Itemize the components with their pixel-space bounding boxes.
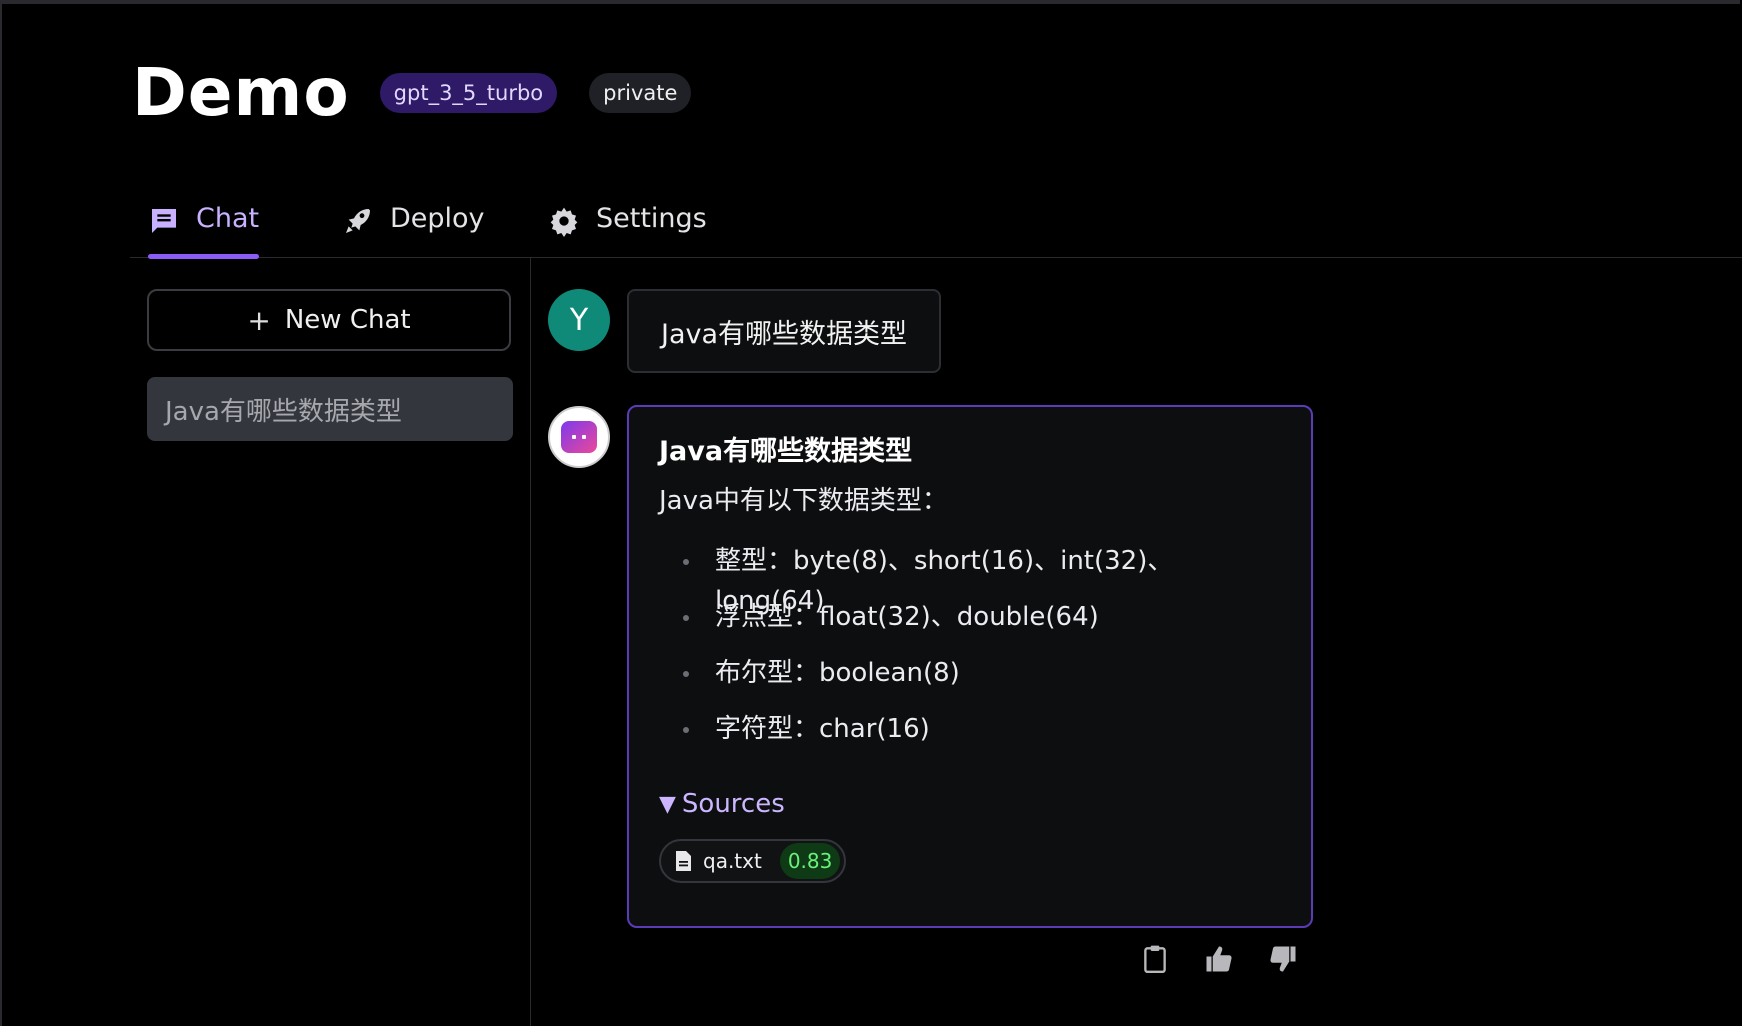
user-message: Java有哪些数据类型: [627, 289, 942, 373]
thumbs-up-icon: [1206, 946, 1232, 972]
visibility-badge: private: [589, 73, 692, 113]
tab-chat[interactable]: Chat: [148, 195, 260, 259]
list-item: 整型：byte(8)、short(16)、int(32)、long(64): [681, 541, 1281, 616]
source-filename: qa.txt: [703, 849, 762, 873]
thumbs-up-button[interactable]: [1202, 942, 1236, 976]
tab-settings[interactable]: Settings: [548, 195, 707, 257]
sources-label: Sources: [681, 789, 785, 819]
plus-icon: +: [247, 303, 271, 337]
tab-settings-label: Settings: [596, 203, 707, 234]
page-header: Demo gpt_3_5_turbo private: [132, 60, 723, 126]
copy-button[interactable]: [1138, 942, 1172, 976]
file-icon: [676, 851, 691, 871]
list-item: 字符型：char(16): [681, 709, 1281, 765]
tab-chat-label: Chat: [196, 203, 260, 234]
chat-history-item[interactable]: Java有哪些数据类型: [147, 377, 513, 441]
gear-icon: [550, 207, 578, 237]
bot-avatar: [548, 406, 610, 468]
answer-intro: Java中有以下数据类型：: [659, 486, 948, 516]
thumbs-down-button[interactable]: [1266, 942, 1300, 976]
answer-list: 整型：byte(8)、short(16)、int(32)、long(64) 浮点…: [681, 541, 1281, 765]
sources-toggle[interactable]: ▼ Sources: [659, 789, 1281, 819]
list-item: 布尔型：boolean(8): [681, 653, 1281, 709]
thumbs-down-icon: [1270, 946, 1296, 972]
new-chat-button[interactable]: + New Chat: [147, 289, 511, 351]
message-actions: [1138, 942, 1300, 976]
bot-icon: [561, 421, 597, 453]
triangle-down-icon: ▼: [659, 791, 676, 817]
user-avatar: Y: [548, 289, 610, 351]
tab-deploy[interactable]: Deploy: [342, 195, 485, 257]
tab-deploy-label: Deploy: [390, 203, 485, 234]
tab-bar: Chat Deploy Settings: [130, 195, 1742, 259]
active-tab-indicator: [148, 254, 260, 259]
source-score: 0.83: [779, 843, 841, 879]
new-chat-label: New Chat: [284, 305, 411, 335]
assistant-message: Java有哪些数据类型 Java中有以下数据类型： 整型：byte(8)、sho…: [627, 405, 1313, 928]
clipboard-icon: [1144, 945, 1166, 974]
model-badge: gpt_3_5_turbo: [379, 73, 558, 113]
chat-icon: [152, 209, 176, 233]
rocket-icon: [346, 209, 370, 233]
sidebar-divider: [530, 258, 531, 1026]
source-chip[interactable]: qa.txt 0.83: [659, 839, 847, 883]
answer-title: Java有哪些数据类型: [659, 436, 913, 467]
list-item: 浮点型：float(32)、double(64): [681, 597, 1281, 653]
page-title: Demo: [132, 54, 350, 131]
